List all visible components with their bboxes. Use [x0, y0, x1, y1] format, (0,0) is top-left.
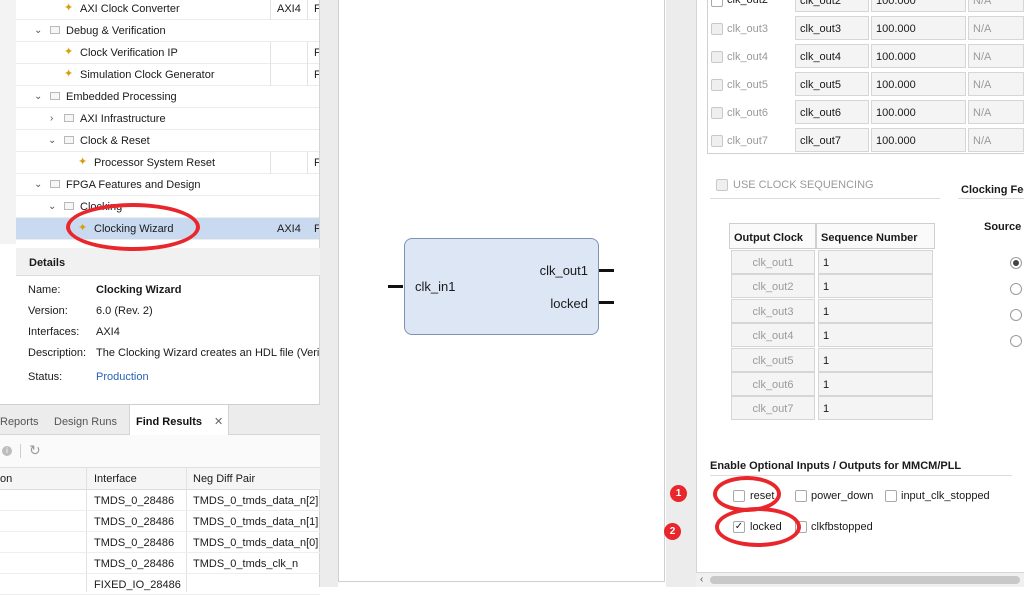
column-header-interface[interactable]: Interface	[94, 473, 137, 485]
seq-number-field[interactable]: 1	[818, 396, 933, 420]
seq-output-clock: clk_out1	[731, 250, 815, 274]
table-row[interactable]: TMDS_0_28486 TMDS_0_tmds_data_n[0]	[0, 532, 320, 553]
annotation-badge: 1	[670, 485, 687, 502]
scroll-left-icon[interactable]: ‹	[700, 574, 703, 585]
seq-output-clock: clk_out3	[731, 299, 815, 323]
column-header-neg-diff-pair[interactable]: Neg Diff Pair	[193, 473, 255, 485]
find-results-panel: Reports Design Runs Find Results ✕ i ↻ o…	[0, 404, 320, 595]
seq-output-clock: clk_out6	[731, 372, 815, 396]
scrollbar-thumb[interactable]	[710, 576, 1020, 584]
clkfbstopped-label: clkfbstopped	[811, 521, 873, 533]
results-table-header: on Interface Neg Diff Pair	[0, 468, 320, 490]
refresh-icon[interactable]: ↻	[29, 442, 41, 459]
seq-number-field[interactable]: 1	[818, 250, 933, 274]
table-row[interactable]: FIXED_IO_28486	[0, 574, 320, 595]
column-header[interactable]: on	[0, 473, 12, 485]
seq-output-clock: clk_out4	[731, 323, 815, 347]
annotation-badge: 2	[664, 523, 681, 540]
annotation-ring	[66, 203, 200, 251]
input-clk-stopped-label: input_clk_stopped	[901, 490, 990, 502]
seq-output-clock: clk_out5	[731, 348, 815, 372]
seq-number-field[interactable]: 1	[818, 348, 933, 372]
table-row[interactable]: TMDS_0_28486 TMDS_0_tmds_data_n[2]	[0, 490, 320, 511]
input-clk-stopped-checkbox[interactable]	[885, 490, 897, 502]
column-header-output-clock: Output Clock	[729, 223, 816, 249]
info-icon[interactable]: i	[2, 446, 12, 456]
seq-number-field[interactable]: 1	[818, 372, 933, 396]
find-results-toolbar: i ↻	[0, 435, 320, 468]
table-row[interactable]: TMDS_0_28486 TMDS_0_tmds_clk_n	[0, 553, 320, 574]
seq-output-clock: clk_out2	[731, 274, 815, 298]
toolbar-divider	[20, 444, 21, 458]
optional-io-title: Enable Optional Inputs / Outputs for MMC…	[710, 460, 962, 472]
seq-number-field[interactable]: 1	[818, 323, 933, 347]
seq-number-field[interactable]: 1	[818, 299, 933, 323]
column-header-sequence-number: Sequence Number	[816, 223, 935, 249]
annotation-ring	[715, 507, 801, 547]
table-row[interactable]: TMDS_0_28486 TMDS_0_tmds_data_n[1]	[0, 511, 320, 532]
power-down-checkbox[interactable]	[795, 490, 807, 502]
seq-output-clock: clk_out7	[731, 396, 815, 420]
horizontal-scrollbar[interactable]: ‹	[696, 572, 1024, 587]
power-down-label: power_down	[811, 490, 874, 502]
seq-number-field[interactable]: 1	[818, 274, 933, 298]
